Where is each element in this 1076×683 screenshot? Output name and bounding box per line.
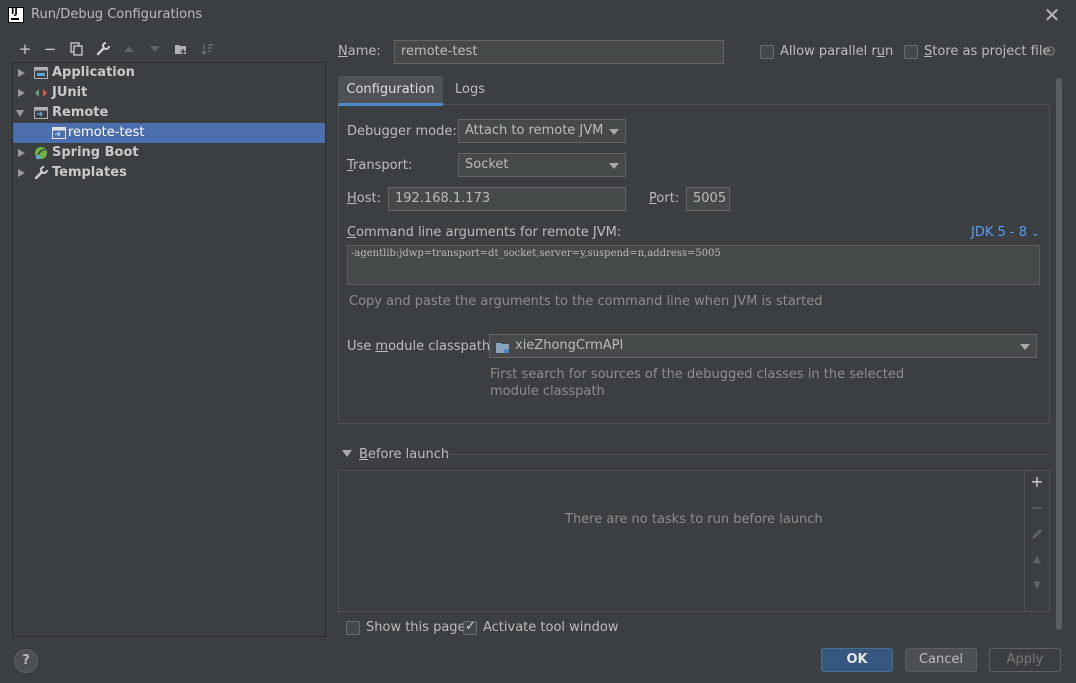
add-icon[interactable]: +	[16, 40, 34, 58]
wrench-icon[interactable]	[94, 40, 112, 58]
remote-icon	[34, 106, 48, 120]
tree-item-spring-boot[interactable]: Spring Boot	[13, 143, 325, 163]
copy-icon[interactable]	[68, 40, 86, 58]
move-task-up-icon[interactable]: ▲	[1028, 551, 1046, 569]
ok-button[interactable]: OK	[821, 648, 893, 672]
name-input[interactable]: remote-test	[394, 40, 724, 64]
transport-label: Transport:	[347, 158, 413, 173]
module-classpath-label: Use module classpath:	[347, 339, 495, 354]
expand-arrow-icon[interactable]	[18, 89, 25, 97]
cancel-button[interactable]: Cancel	[905, 648, 977, 672]
move-up-icon[interactable]	[120, 40, 138, 58]
command-line-label: Command line arguments for remote JVM:	[347, 225, 622, 240]
tree-item-remote-test[interactable]: remote-test	[13, 123, 325, 143]
module-folder-icon	[496, 340, 510, 353]
tree-item-label: Templates	[52, 165, 127, 180]
tab-logs[interactable]: Logs	[443, 76, 497, 106]
chevron-down-icon: ⌄	[1031, 228, 1040, 239]
application-icon	[34, 66, 48, 80]
help-button[interactable]: ?	[14, 649, 38, 673]
tree-item-remote[interactable]: Remote	[13, 103, 325, 123]
activate-tool-window-label: Activate tool window	[483, 620, 619, 635]
command-line-textarea[interactable]: -agentlib:jdwp=transport=dt_socket,serve…	[347, 245, 1040, 285]
before-launch-empty-text: There are no tasks to run before launch	[565, 512, 823, 527]
collapse-arrow-icon[interactable]	[342, 450, 352, 457]
tree-item-label: Spring Boot	[52, 145, 139, 160]
jdk-version-link[interactable]: JDK 5 - 8 ⌄	[971, 225, 1040, 240]
transport-value: Socket	[465, 157, 509, 172]
apply-button[interactable]: Apply	[989, 648, 1061, 672]
before-launch-task-list[interactable]	[338, 470, 1050, 612]
name-label: Name:	[338, 44, 381, 59]
store-as-project-file-checkbox[interactable]	[904, 45, 918, 59]
tree-item-label: Application	[52, 65, 135, 80]
expand-arrow-icon[interactable]	[18, 149, 25, 157]
configuration-tree[interactable]: Application JUnit Remote remote-test Spr…	[12, 62, 326, 637]
new-folder-icon[interactable]	[172, 40, 190, 58]
debugger-mode-value: Attach to remote JVM	[465, 123, 604, 138]
add-task-icon[interactable]: +	[1028, 473, 1046, 491]
show-this-page-label: Show this page	[366, 620, 466, 635]
sort-icon[interactable]	[198, 40, 216, 58]
gear-icon[interactable]: ⚙	[1044, 45, 1058, 59]
edit-task-icon[interactable]	[1028, 525, 1046, 543]
collapse-arrow-icon[interactable]	[16, 110, 24, 117]
close-icon[interactable]: ✕	[1042, 4, 1062, 26]
spring-boot-icon	[34, 146, 48, 160]
allow-parallel-run-label: Allow parallel run	[780, 44, 894, 59]
move-task-down-icon[interactable]: ▼	[1028, 577, 1046, 595]
transport-select[interactable]: Socket	[458, 153, 626, 177]
debugger-mode-select[interactable]: Attach to remote JVM	[458, 119, 626, 143]
host-label: Host:	[347, 191, 381, 206]
tree-item-label: remote-test	[68, 125, 145, 140]
tab-configuration[interactable]: Configuration	[338, 76, 443, 106]
tree-item-label: Remote	[52, 105, 109, 120]
remote-config-icon	[52, 126, 66, 140]
tree-item-application[interactable]: Application	[13, 63, 325, 83]
port-input[interactable]: 5005	[686, 187, 730, 211]
tree-item-templates[interactable]: Templates	[13, 163, 325, 183]
remove-icon[interactable]: −	[41, 40, 59, 58]
host-input[interactable]: 192.168.1.173	[388, 187, 626, 211]
scrollbar-thumb[interactable]	[1056, 78, 1062, 630]
debugger-mode-label: Debugger mode:	[347, 124, 457, 139]
chevron-down-icon	[1020, 344, 1030, 350]
expand-arrow-icon[interactable]	[18, 169, 25, 177]
module-classpath-hint-line-2: module classpath	[490, 384, 605, 399]
tree-item-label: JUnit	[52, 85, 88, 100]
allow-parallel-run-checkbox[interactable]	[760, 45, 774, 59]
show-this-page-checkbox[interactable]	[346, 621, 360, 635]
wrench-icon	[34, 166, 48, 180]
command-line-hint: Copy and paste the arguments to the comm…	[349, 294, 823, 309]
port-label: Port:	[649, 191, 680, 206]
before-launch-divider	[447, 454, 1050, 455]
chevron-down-icon	[609, 129, 619, 135]
move-down-icon[interactable]	[146, 40, 164, 58]
junit-icon	[34, 86, 48, 100]
remove-task-icon[interactable]: −	[1028, 499, 1046, 517]
module-classpath-value: xieZhongCrmAPI	[515, 338, 624, 353]
module-classpath-hint-line-1: First search for sources of the debugged…	[490, 367, 905, 382]
intellij-app-icon	[8, 7, 24, 23]
store-as-project-file-label: Store as project file	[924, 44, 1051, 59]
module-classpath-select[interactable]: xieZhongCrmAPI	[489, 334, 1037, 358]
tree-item-junit[interactable]: JUnit	[13, 83, 325, 103]
activate-tool-window-checkbox[interactable]	[463, 619, 477, 635]
before-launch-title[interactable]: Before launch	[359, 447, 449, 462]
window-title: Run/Debug Configurations	[31, 7, 203, 22]
chevron-down-icon	[609, 163, 619, 169]
expand-arrow-icon[interactable]	[18, 69, 25, 77]
